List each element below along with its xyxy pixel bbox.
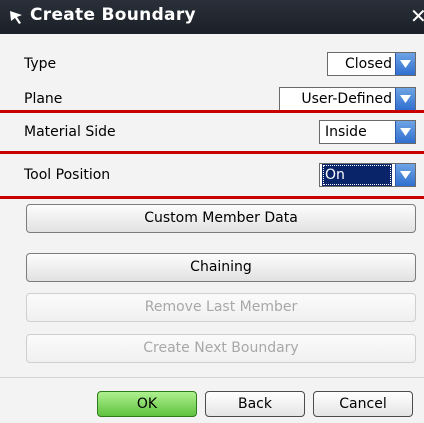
material-side-label: Material Side — [24, 124, 116, 140]
close-icon[interactable]: ✕ — [410, 4, 424, 28]
title-bar[interactable]: Create Boundary ✕ — [0, 0, 424, 34]
footer-separator — [0, 377, 424, 378]
back-button[interactable]: Back — [205, 391, 305, 417]
chevron-down-icon[interactable] — [395, 121, 415, 143]
chaining-button[interactable]: Chaining — [26, 253, 416, 282]
chevron-down-icon[interactable] — [395, 164, 415, 186]
material-side-value: Inside — [325, 124, 367, 140]
type-value: Closed — [344, 56, 392, 72]
section-divider — [0, 196, 424, 199]
tool-position-value: On — [322, 164, 392, 186]
material-side-dropdown[interactable]: Inside — [319, 120, 416, 144]
plane-dropdown[interactable]: User-Defined — [279, 87, 416, 111]
material-side-row: Material Side Inside — [0, 119, 424, 145]
dialog-title: Create Boundary — [30, 5, 196, 25]
plane-label: Plane — [24, 91, 63, 107]
type-dropdown[interactable]: Closed — [327, 52, 416, 76]
tool-position-row: Tool Position On — [0, 162, 424, 188]
type-row: Type Closed — [0, 52, 424, 78]
ok-button[interactable]: OK — [97, 391, 197, 417]
chevron-down-icon[interactable] — [395, 53, 415, 75]
cancel-button[interactable]: Cancel — [313, 391, 413, 417]
tool-position-label: Tool Position — [24, 167, 111, 183]
remove-last-member-button[interactable]: Remove Last Member — [26, 293, 416, 322]
plane-row: Plane User-Defined — [0, 87, 424, 111]
arrow-cursor-icon — [8, 9, 24, 25]
create-next-boundary-button[interactable]: Create Next Boundary — [26, 334, 416, 363]
section-divider — [0, 110, 424, 113]
plane-value: User-Defined — [301, 91, 392, 107]
tool-position-dropdown[interactable]: On — [319, 163, 416, 187]
chevron-down-icon[interactable] — [395, 88, 415, 110]
type-label: Type — [24, 56, 57, 72]
create-boundary-dialog: Create Boundary ✕ Type Closed Plane User… — [0, 0, 424, 423]
section-divider — [0, 151, 424, 154]
custom-member-data-button[interactable]: Custom Member Data — [26, 204, 416, 233]
